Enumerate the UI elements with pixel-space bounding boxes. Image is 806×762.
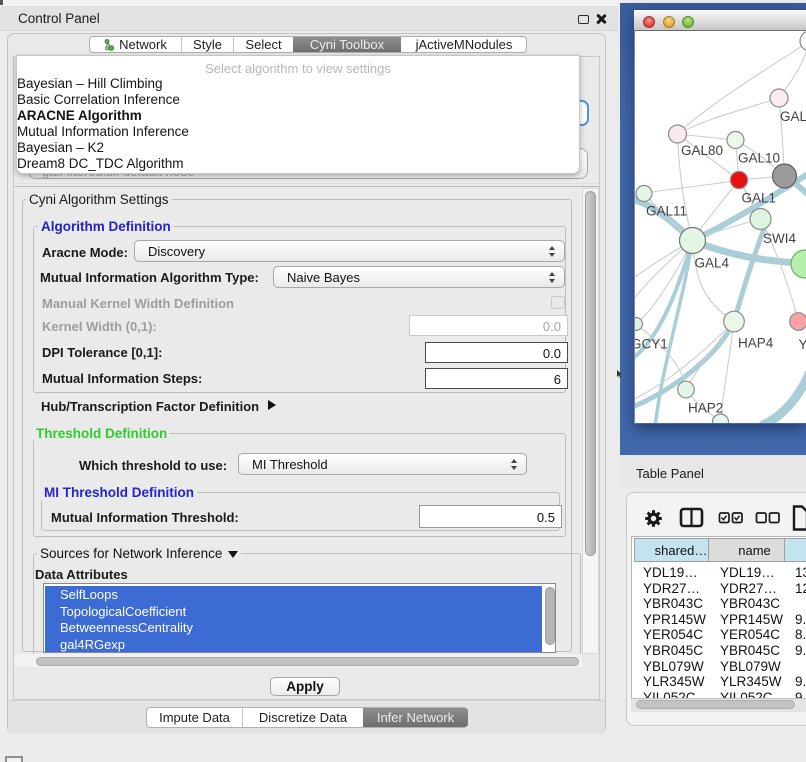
- svg-text:GAL4: GAL4: [695, 256, 730, 271]
- svg-text:HAP4: HAP4: [738, 336, 774, 351]
- svg-text:GAL1: GAL1: [742, 191, 777, 206]
- svg-text:GCY1: GCY1: [635, 337, 668, 352]
- svg-text:GAL11: GAL11: [646, 204, 687, 219]
- svg-text:GAL10: GAL10: [738, 151, 780, 166]
- svg-text:GAL2: GAL2: [780, 109, 806, 124]
- svg-text:SWI4: SWI4: [763, 231, 796, 246]
- svg-text:YJ: YJ: [799, 337, 806, 352]
- svg-text:HAP2: HAP2: [688, 401, 723, 416]
- svg-text:GAL80: GAL80: [681, 143, 723, 158]
